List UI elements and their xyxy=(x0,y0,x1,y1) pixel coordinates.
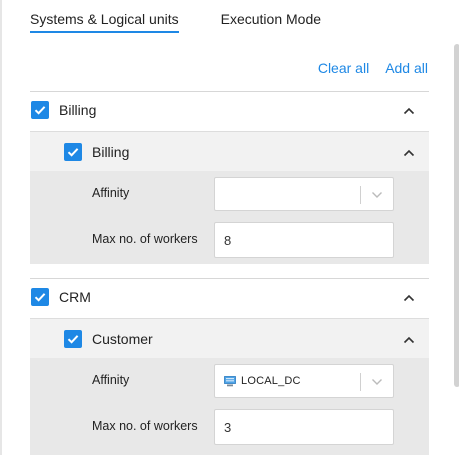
chevron-up-icon[interactable] xyxy=(403,107,415,115)
select-divider xyxy=(360,186,361,204)
affinity-select[interactable]: LOCAL_DC xyxy=(214,364,394,398)
unit-label: Customer xyxy=(92,331,153,347)
affinity-label: Affinity xyxy=(92,186,130,200)
chevron-up-icon[interactable] xyxy=(403,294,415,302)
unit-row-customer[interactable]: Customer xyxy=(30,318,429,358)
unit-label: Billing xyxy=(92,144,130,160)
tab-systems-logical-units[interactable]: Systems & Logical units xyxy=(30,11,179,33)
group-checkbox-crm[interactable] xyxy=(31,288,49,306)
unit-row-billing[interactable]: Billing xyxy=(30,131,429,171)
group-checkbox-billing[interactable] xyxy=(31,101,49,119)
max-workers-value: 3 xyxy=(224,420,232,435)
unit-checkbox-billing[interactable] xyxy=(64,143,82,161)
checkmark-icon xyxy=(67,148,79,157)
bulk-actions: Clear all Add all xyxy=(318,60,428,76)
group-label: Billing xyxy=(59,102,97,118)
group-row-billing[interactable]: Billing xyxy=(30,91,429,129)
max-workers-label: Max no. of workers xyxy=(92,232,198,246)
checkmark-icon xyxy=(67,335,79,344)
chevron-down-icon[interactable] xyxy=(371,378,383,386)
max-workers-label: Max no. of workers xyxy=(92,419,198,433)
checkmark-icon xyxy=(34,293,46,302)
unit-settings-customer: Affinity LOCAL_DC Max no. of workers 3 xyxy=(30,358,429,455)
unit-checkbox-customer[interactable] xyxy=(64,330,82,348)
group-label: CRM xyxy=(59,289,91,305)
affinity-select[interactable] xyxy=(214,177,394,211)
dialog-panel: Systems & Logical units Execution Mode C… xyxy=(0,0,459,455)
chevron-down-icon[interactable] xyxy=(371,191,383,199)
datacenter-icon xyxy=(224,376,236,387)
chevron-up-icon[interactable] xyxy=(403,149,415,157)
max-workers-input[interactable]: 8 xyxy=(214,222,394,258)
max-workers-value: 8 xyxy=(224,233,232,248)
tab-execution-mode[interactable]: Execution Mode xyxy=(221,11,321,33)
group-row-crm[interactable]: CRM xyxy=(30,278,429,316)
chevron-up-icon[interactable] xyxy=(403,336,415,344)
clear-all-link[interactable]: Clear all xyxy=(318,60,369,76)
add-all-link[interactable]: Add all xyxy=(385,60,428,76)
select-divider xyxy=(360,373,361,391)
unit-settings-billing: Affinity Max no. of workers 8 xyxy=(30,171,429,264)
checkmark-icon xyxy=(34,106,46,115)
max-workers-input[interactable]: 3 xyxy=(214,409,394,445)
affinity-label: Affinity xyxy=(92,373,130,387)
tab-bar: Systems & Logical units Execution Mode xyxy=(30,11,363,33)
affinity-value: LOCAL_DC xyxy=(241,375,301,387)
scrollbar[interactable] xyxy=(454,44,459,387)
